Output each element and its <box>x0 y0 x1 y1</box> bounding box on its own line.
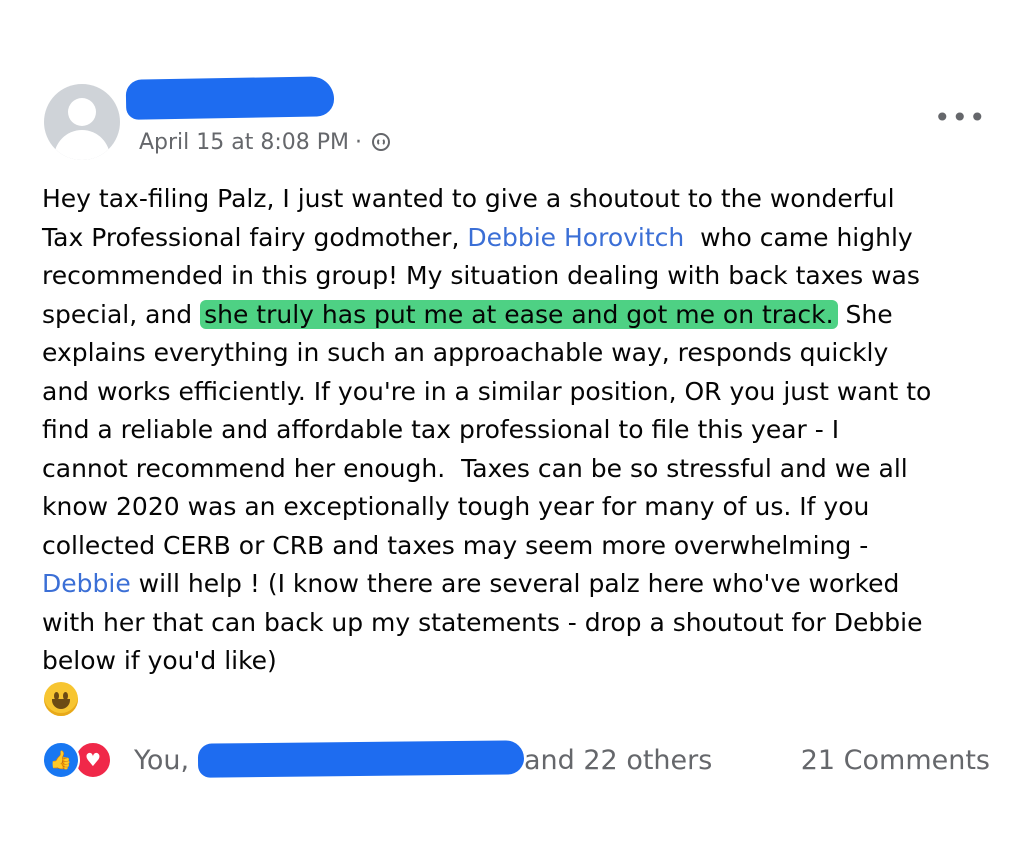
comments-count-link[interactable]: 21 Comments <box>801 744 990 778</box>
post-text-line: Hey tax-filing Palz, I just wanted to gi… <box>42 184 895 213</box>
post-text-line: know 2020 was an exceptionally tough yea… <box>42 492 870 521</box>
text-segment: will help ! (I know there are several pa… <box>130 569 900 598</box>
post-text-line: Tax Professional fairy godmother, Debbie… <box>42 219 1002 258</box>
more-options-button[interactable]: ••• <box>934 104 986 132</box>
post-timestamp[interactable]: April 15 at 8:08 PM <box>139 130 349 155</box>
reactors-lead[interactable]: You, <box>134 744 189 778</box>
post-meta: April 15 at 8:08 PM · <box>139 127 391 157</box>
avatar[interactable] <box>44 84 120 160</box>
post-text-line: below if you'd like) <box>42 646 277 675</box>
globe-icon <box>372 133 391 151</box>
post-text-line: explains everything in such an approacha… <box>42 338 889 367</box>
text-segment: who came highly <box>684 222 913 252</box>
post-text-line: with her that can back up my statements … <box>42 607 923 637</box>
like-icon: 👍 <box>42 741 80 779</box>
post-text-line: collected CERB or CRB and taxes may seem… <box>42 530 869 560</box>
post-text-line: recommended in this group! My situation … <box>42 261 920 290</box>
author-name-redaction <box>125 76 335 120</box>
text-segment: special, and <box>42 299 201 329</box>
facebook-post: April 15 at 8:08 PM · ••• Hey tax-filing… <box>0 0 1024 858</box>
post-text-line: special, and she truly has put me at eas… <box>42 296 1002 335</box>
reaction-icons[interactable]: 👍 ♥ <box>42 740 112 780</box>
meta-separator: · <box>355 129 363 155</box>
post-text-line: and works efficiently. If you're in a si… <box>42 376 932 406</box>
post-text-line: Debbie will help ! (I know there are sev… <box>42 565 1002 604</box>
grinning-face-icon <box>44 682 78 716</box>
post-text-line: cannot recommend her enough. Taxes can b… <box>42 453 908 483</box>
mention-link-debbie[interactable]: Debbie <box>42 569 131 598</box>
text-segment: She <box>837 299 893 329</box>
highlighted-text: she truly has put me at ease and got me … <box>200 299 838 329</box>
post-text-line: find a reliable and affordable tax profe… <box>42 415 840 444</box>
mention-link-debbie-horovitch[interactable]: Debbie Horovitch <box>467 223 684 252</box>
reactors-names-redaction <box>197 740 525 778</box>
text-segment: Tax Professional fairy godmother, <box>42 222 468 252</box>
reactors-others[interactable]: and 22 others <box>524 744 712 778</box>
post-body: Hey tax-filing Palz, I just wanted to gi… <box>42 180 1002 681</box>
avatar-head-shape <box>68 98 96 126</box>
avatar-shoulders-shape <box>54 130 110 160</box>
